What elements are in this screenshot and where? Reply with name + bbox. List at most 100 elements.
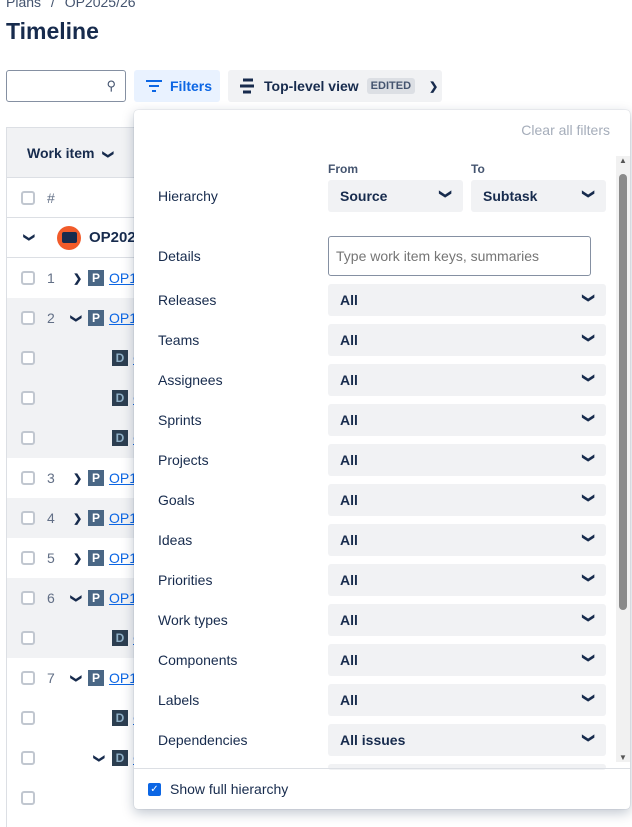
filter-icon [146, 80, 162, 92]
project-type-icon: P [88, 510, 104, 526]
chevron-down-icon: ❯ [581, 532, 596, 544]
chevron-down-icon: ❯ [581, 692, 596, 704]
teams-select[interactable]: All ❯ [328, 324, 606, 356]
table-row[interactable]: 7 ❯ P OP1 [7, 658, 147, 698]
table-row[interactable]: ❯DC [7, 738, 147, 778]
chevron-down-icon: ❯ [581, 412, 596, 424]
goals-select[interactable]: All ❯ [328, 484, 606, 516]
scroll-up-icon[interactable]: ▲ [619, 156, 627, 165]
search-icon: ⚲ [106, 78, 116, 93]
table-row[interactable]: DC [7, 378, 147, 418]
search-input[interactable]: ⚲ [6, 70, 126, 102]
table-row[interactable]: DC [7, 418, 147, 458]
table-row[interactable]: 2 ❯ P OP1 [7, 298, 147, 338]
chevron-right-icon[interactable]: ❯ [73, 472, 82, 485]
from-label: From [328, 162, 358, 176]
hash-header: # [47, 189, 55, 206]
chevron-down-icon[interactable]: ❯ [23, 233, 36, 242]
work-item-key[interactable]: OP1 [109, 590, 137, 606]
deliverable-type-icon: D [112, 750, 128, 766]
components-label: Components [158, 652, 238, 668]
row-checkbox[interactable] [21, 551, 35, 565]
labels-select[interactable]: All ❯ [328, 684, 606, 716]
projects-value: All [340, 452, 358, 468]
work-item-column-header[interactable]: Work item ❯ [7, 128, 147, 178]
row-number: 6 [47, 590, 55, 606]
work-item-key[interactable]: OP1 [109, 310, 137, 326]
row-checkbox[interactable] [21, 711, 35, 725]
project-type-icon: P [88, 470, 104, 486]
row-checkbox[interactable] [21, 591, 35, 605]
scrollbar[interactable]: ▲ ▼ [616, 156, 630, 762]
scroll-down-icon[interactable]: ▼ [619, 753, 627, 762]
row-checkbox[interactable] [21, 671, 35, 685]
work-item-key[interactable]: OP1 [109, 550, 137, 566]
work-item-key[interactable]: OP1 [109, 510, 137, 526]
row-checkbox[interactable] [21, 471, 35, 485]
table-row[interactable] [7, 778, 147, 818]
filters-button[interactable]: Filters [134, 70, 220, 102]
table-row[interactable]: 6 ❯ P OP1 [7, 578, 147, 618]
row-number: 4 [47, 510, 55, 526]
show-full-hierarchy-option[interactable]: ✓ Show full hierarchy [134, 768, 630, 809]
assignees-select[interactable]: All ❯ [328, 364, 606, 396]
priorities-select[interactable]: All ❯ [328, 564, 606, 596]
timeline-view-icon [240, 78, 254, 94]
chevron-down-icon[interactable]: ❯ [70, 593, 83, 602]
row-checkbox[interactable] [21, 391, 35, 405]
table-row[interactable]: 4 ❯ P OP1 [7, 498, 147, 538]
row-checkbox[interactable] [21, 271, 35, 285]
row-checkbox[interactable] [21, 511, 35, 525]
components-select[interactable]: All ❯ [328, 644, 606, 676]
row-checkbox[interactable] [21, 631, 35, 645]
edited-badge: EDITED [366, 78, 416, 94]
work-item-key[interactable]: OP1 [109, 470, 137, 486]
table-row[interactable]: 3 ❯ P OP1 [7, 458, 147, 498]
releases-select[interactable]: All ❯ [328, 284, 606, 316]
ideas-select[interactable]: All ❯ [328, 524, 606, 556]
table-row[interactable]: 1 ❯ P OP1 [7, 258, 147, 298]
hierarchy-from-select[interactable]: Source ❯ [328, 180, 463, 212]
chevron-right-icon[interactable]: ❯ [73, 272, 82, 285]
table-row[interactable]: DC [7, 338, 147, 378]
teams-value: All [340, 332, 358, 348]
deliverable-type-icon: D [112, 390, 128, 406]
breadcrumb-plans[interactable]: Plans [6, 0, 41, 10]
scrollbar-thumb[interactable] [619, 174, 627, 610]
chevron-down-icon[interactable]: ❯ [70, 313, 83, 322]
chevron-down-icon[interactable]: ❯ [70, 673, 83, 682]
show-full-hierarchy-checkbox[interactable]: ✓ [148, 782, 161, 796]
work-item-key[interactable]: OP1 [109, 670, 137, 686]
sprints-select[interactable]: All ❯ [328, 404, 606, 436]
details-input[interactable] [328, 236, 591, 276]
work-item-key[interactable]: OP1 [109, 270, 137, 286]
row-checkbox[interactable] [21, 311, 35, 325]
chevron-right-icon[interactable]: ❯ [73, 512, 82, 525]
hierarchy-to-select[interactable]: Subtask ❯ [471, 180, 606, 212]
table-row[interactable]: DC [7, 618, 147, 658]
projects-select[interactable]: All ❯ [328, 444, 606, 476]
table-row[interactable]: 5 ❯ P OP1 [7, 538, 147, 578]
row-checkbox[interactable] [21, 431, 35, 445]
table-row[interactable]: DC [7, 698, 147, 738]
chevron-down-icon: ❯ [581, 372, 596, 384]
work-types-select[interactable]: All ❯ [328, 604, 606, 636]
dependencies-select[interactable]: All issues ❯ [328, 724, 606, 756]
chevron-down-icon: ❯ [581, 612, 596, 624]
row-checkbox[interactable] [21, 791, 35, 805]
breadcrumb-plan[interactable]: OP2025/26 [65, 0, 136, 10]
chevron-right-icon[interactable]: ❯ [73, 552, 82, 565]
chevron-down-icon[interactable]: ❯ [93, 753, 106, 762]
row-checkbox[interactable] [21, 751, 35, 765]
row-number: 3 [47, 470, 55, 486]
row-checkbox[interactable] [21, 351, 35, 365]
assignees-value: All [340, 372, 358, 388]
clear-all-filters-button[interactable]: Clear all filters [521, 122, 610, 138]
view-settings-button[interactable]: Top-level view EDITED ❯ [228, 70, 442, 102]
sprints-value: All [340, 412, 358, 428]
work-types-value: All [340, 612, 358, 628]
priorities-label: Priorities [158, 572, 213, 588]
projects-label: Projects [158, 452, 209, 468]
to-label: To [471, 162, 485, 176]
select-all-checkbox[interactable] [21, 190, 35, 205]
